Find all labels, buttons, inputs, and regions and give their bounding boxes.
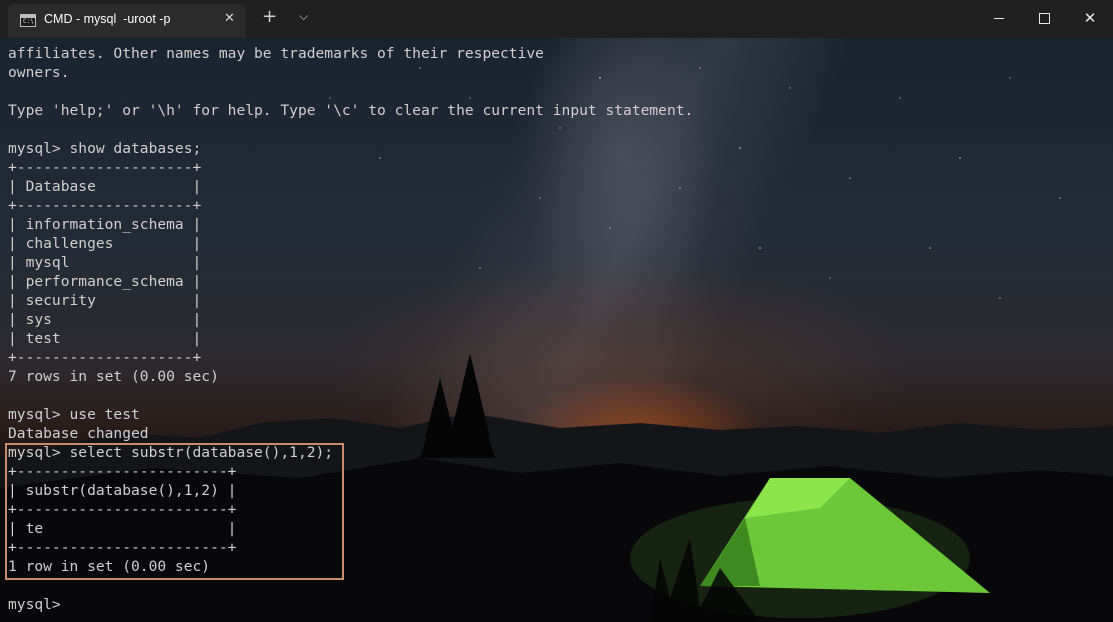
window-close-button[interactable]: ✕ <box>1067 0 1113 36</box>
terminal-line: Type 'help;' or '\h' for help. Type '\c'… <box>8 102 694 119</box>
highlight-box <box>5 443 344 580</box>
maximize-button[interactable] <box>1021 0 1067 36</box>
chevron-down-icon[interactable]: ⌵ <box>299 9 308 24</box>
terminal-line: | security | <box>8 292 202 309</box>
terminal-line: | performance_schema | <box>8 273 202 290</box>
terminal-line: affiliates. Other names may be trademark… <box>8 45 544 62</box>
terminal-line: | mysql | <box>8 254 202 271</box>
terminal-window: C:\ CMD - mysql -uroot -p ✕ + ⌵ ✕ affili… <box>0 0 1113 622</box>
minimize-button[interactable] <box>976 0 1022 36</box>
cmd-icon: C:\ <box>20 14 36 27</box>
terminal-line: 7 rows in set (0.00 sec) <box>8 368 219 385</box>
terminal-line: mysql> use test <box>8 406 140 423</box>
terminal-line: Database changed <box>8 425 149 442</box>
terminal-line: | challenges | <box>8 235 202 252</box>
terminal-line: mysql> <box>8 596 61 613</box>
terminal-line: mysql> show databases; <box>8 140 202 157</box>
maximize-icon <box>1038 12 1050 24</box>
plus-icon[interactable]: + <box>262 6 277 27</box>
terminal-line: | test | <box>8 330 202 347</box>
terminal-line: +--------------------+ <box>8 159 202 176</box>
terminal-line: +--------------------+ <box>8 349 202 366</box>
terminal-line: owners. <box>8 64 70 81</box>
tab-title: CMD - mysql -uroot -p <box>44 12 171 26</box>
terminal-tab[interactable]: C:\ CMD - mysql -uroot -p ✕ <box>8 4 246 38</box>
terminal-line: | Database | <box>8 178 202 195</box>
terminal-line: | sys | <box>8 311 202 328</box>
window-close-icon: ✕ <box>1083 9 1097 27</box>
terminal-line: +--------------------+ <box>8 197 202 214</box>
close-icon[interactable]: ✕ <box>224 11 235 26</box>
title-bar: C:\ CMD - mysql -uroot -p ✕ + ⌵ ✕ <box>0 0 1113 38</box>
terminal-line: | information_schema | <box>8 216 202 233</box>
minimize-icon <box>994 17 1004 19</box>
